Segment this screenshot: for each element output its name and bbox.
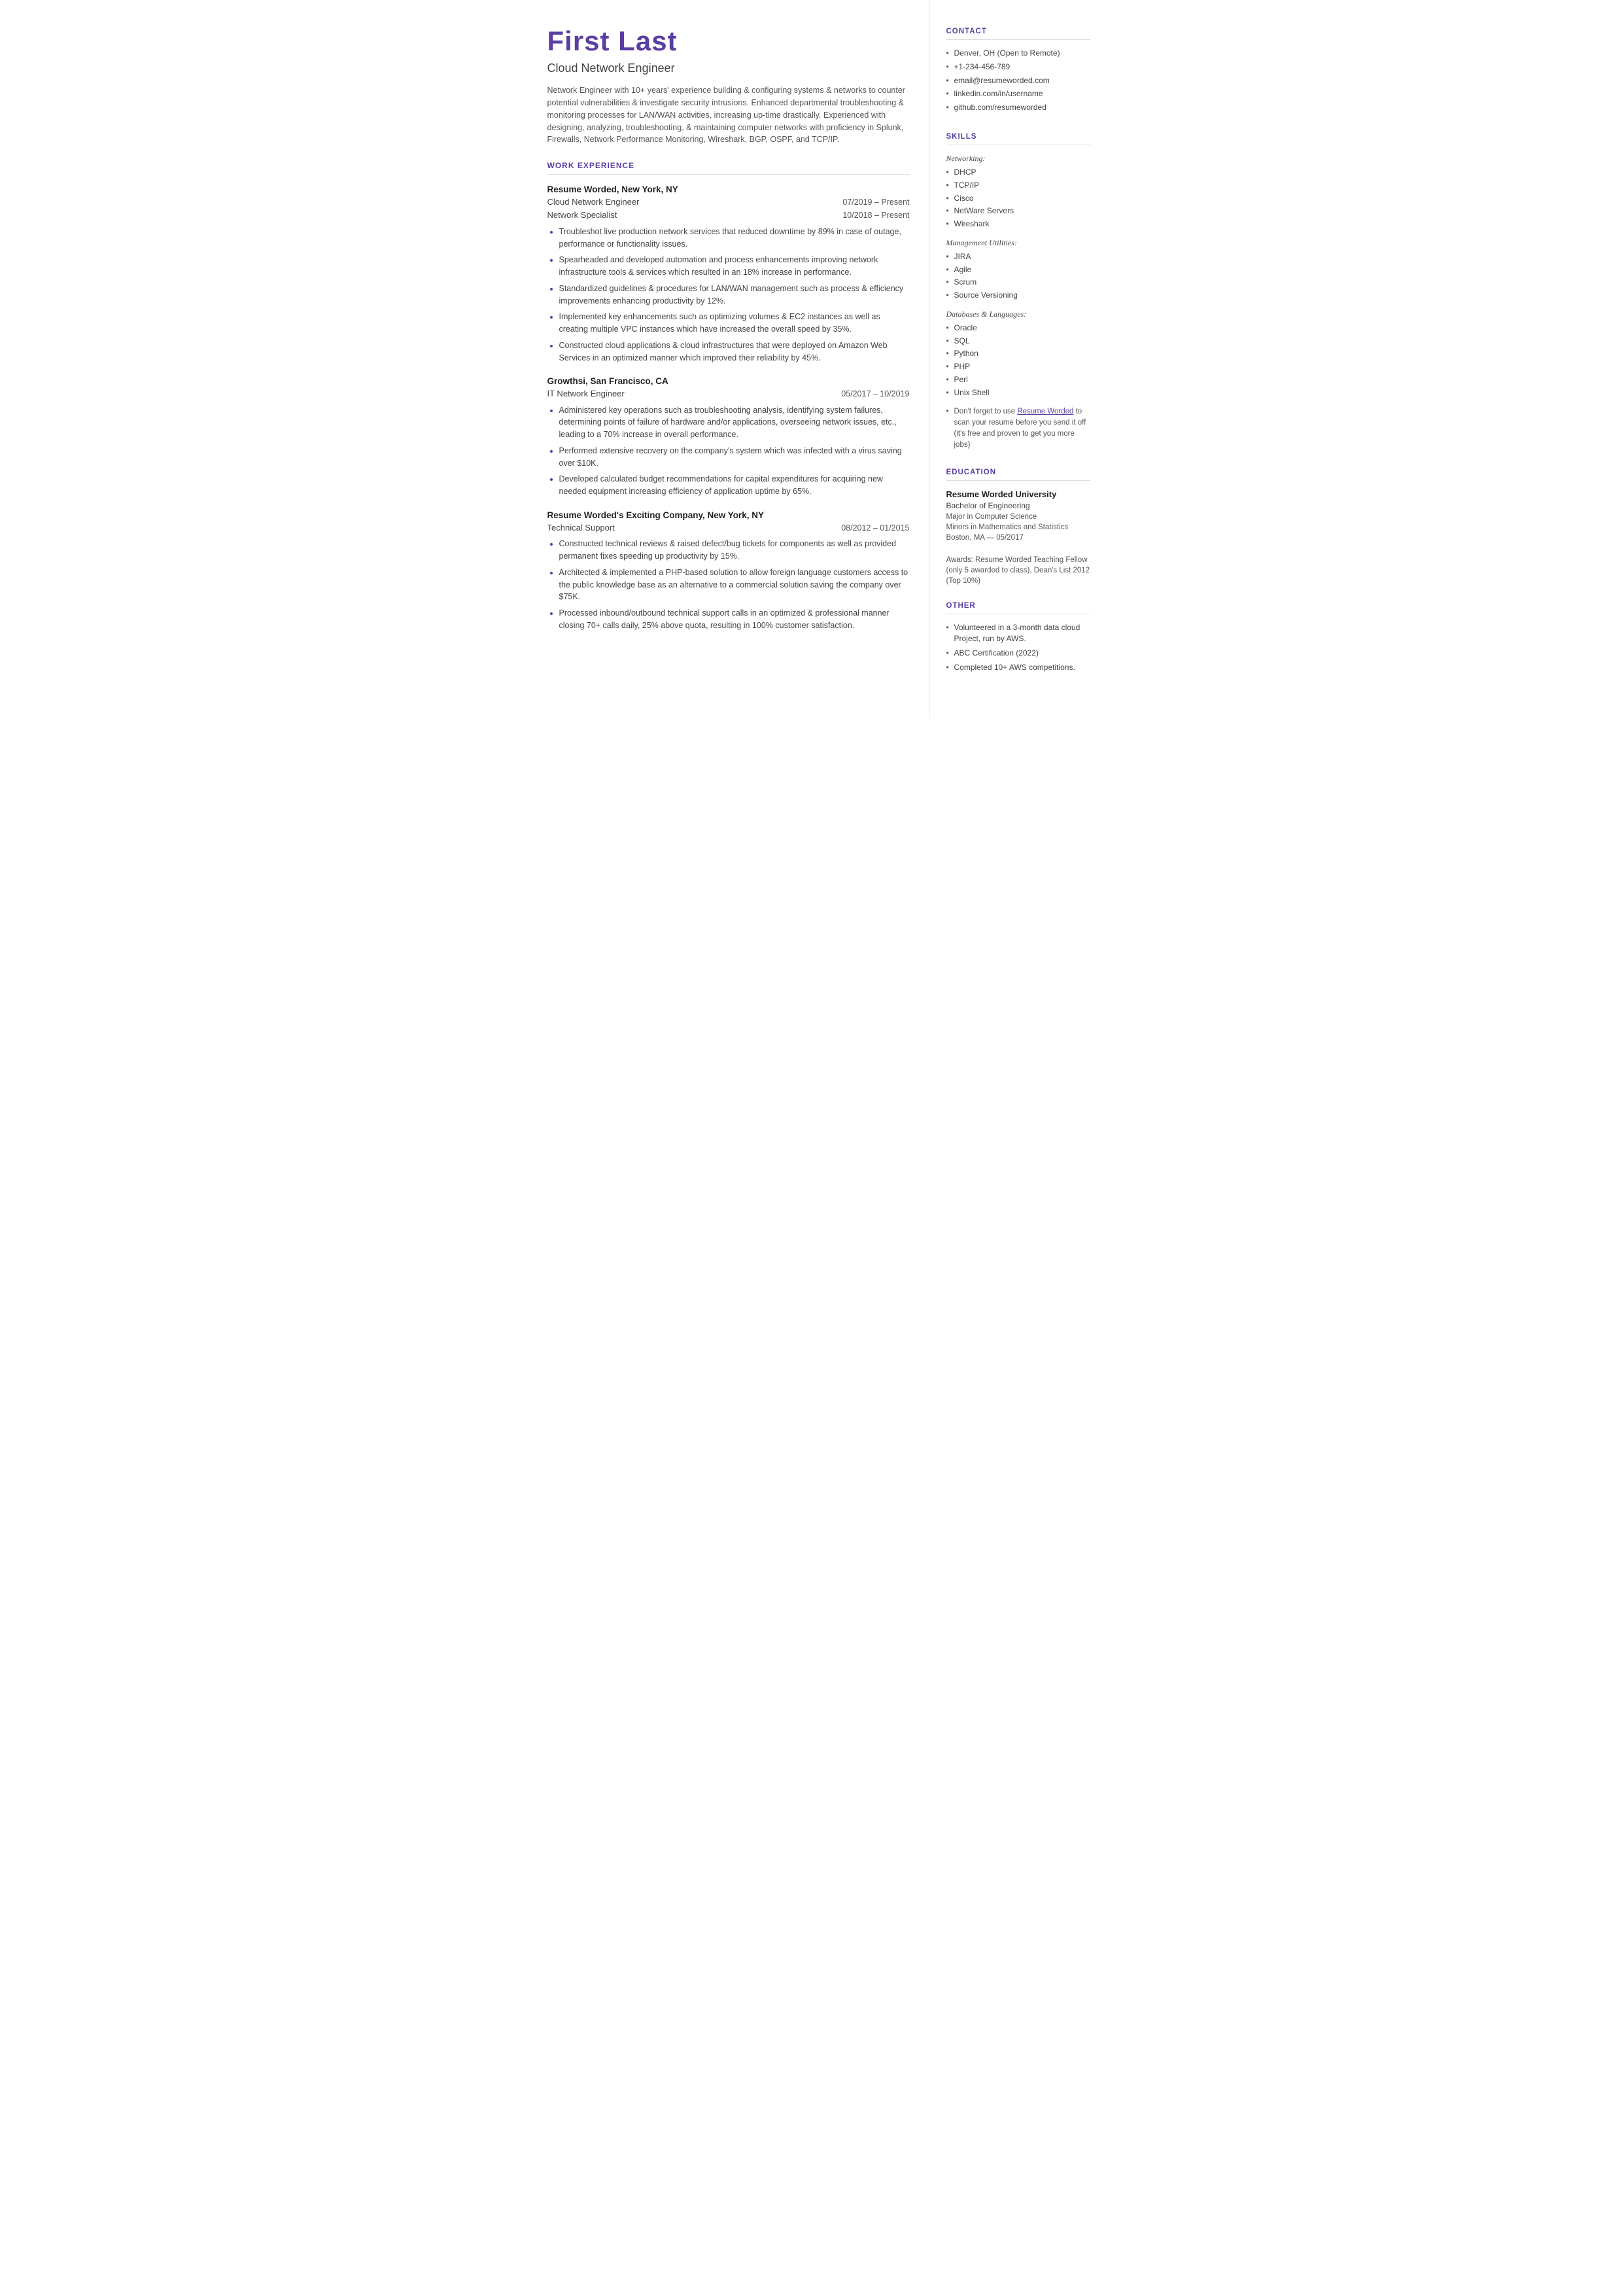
bullet-1-2: Spearheaded and developed automation and… bbox=[559, 254, 910, 279]
job-block-2: Growthsi, San Francisco, CA IT Network E… bbox=[547, 376, 910, 498]
skill-oracle: Oracle bbox=[946, 323, 1090, 334]
bullet-1-5: Constructed cloud applications & cloud i… bbox=[559, 340, 910, 364]
edu-degree: Bachelor of Engineering bbox=[946, 500, 1090, 512]
skill-netware: NetWare Servers bbox=[946, 205, 1090, 217]
candidate-summary: Network Engineer with 10+ years' experie… bbox=[547, 84, 910, 146]
job-bullets-1: Troubleshot live production network serv… bbox=[559, 226, 910, 364]
skill-source-versioning: Source Versioning bbox=[946, 290, 1090, 301]
job-title-3a: Technical Support bbox=[547, 522, 615, 534]
skill-php: PHP bbox=[946, 361, 1090, 372]
candidate-title: Cloud Network Engineer bbox=[547, 60, 910, 77]
education-heading: EDUCATION bbox=[946, 467, 1090, 481]
other-item-2: ABC Certification (2022) bbox=[946, 648, 1090, 659]
scan-note: Don't forget to use Resume Worded to sca… bbox=[946, 406, 1090, 451]
bullet-1-1: Troubleshot live production network serv… bbox=[559, 226, 910, 251]
contact-email: email@resumeworded.com bbox=[946, 75, 1090, 86]
employer-3: Resume Worded's Exciting Company, New Yo… bbox=[547, 510, 910, 522]
job-bullets-3: Constructed technical reviews & raised d… bbox=[559, 538, 910, 631]
edu-school: Resume Worded University bbox=[946, 489, 1090, 500]
bullet-2-3: Developed calculated budget recommendati… bbox=[559, 473, 910, 498]
resume-worded-link[interactable]: Resume Worded bbox=[1017, 408, 1073, 415]
contact-phone: +1-234-456-789 bbox=[946, 61, 1090, 73]
job-dates-3a: 08/2012 – 01/2015 bbox=[841, 523, 909, 534]
skill-agile: Agile bbox=[946, 264, 1090, 275]
bullet-1-4: Implemented key enhancements such as opt… bbox=[559, 311, 910, 336]
employer-2: Growthsi, San Francisco, CA bbox=[547, 376, 910, 388]
skill-dhcp: DHCP bbox=[946, 167, 1090, 178]
skills-networking-list: DHCP TCP/IP Cisco NetWare Servers Wiresh… bbox=[946, 167, 1090, 230]
bullet-3-3: Processed inbound/outbound technical sup… bbox=[559, 607, 910, 632]
education-block: Resume Worded University Bachelor of Eng… bbox=[946, 489, 1090, 587]
edu-awards: Awards: Resume Worded Teaching Fellow (o… bbox=[946, 555, 1090, 586]
bullet-2-2: Performed extensive recovery on the comp… bbox=[559, 445, 910, 470]
skills-category-databases: Databases & Languages: bbox=[946, 309, 1090, 320]
bullet-2-1: Administered key operations such as trou… bbox=[559, 404, 910, 441]
contact-location: Denver, OH (Open to Remote) bbox=[946, 48, 1090, 59]
skills-category-management: Management Utilities: bbox=[946, 237, 1090, 249]
employer-1: Resume Worded, New York, NY bbox=[547, 184, 910, 196]
skill-python: Python bbox=[946, 348, 1090, 359]
skills-heading: SKILLS bbox=[946, 131, 1090, 145]
job-title-1b: Network Specialist bbox=[547, 209, 617, 221]
other-item-3: Completed 10+ AWS competitions. bbox=[946, 662, 1090, 673]
job-title-2a: IT Network Engineer bbox=[547, 388, 625, 400]
skill-scrum: Scrum bbox=[946, 277, 1090, 288]
contact-heading: CONTACT bbox=[946, 26, 1090, 40]
job-title-1a: Cloud Network Engineer bbox=[547, 196, 640, 208]
job-block-1: Resume Worded, New York, NY Cloud Networ… bbox=[547, 184, 910, 364]
skills-management-list: JIRA Agile Scrum Source Versioning bbox=[946, 251, 1090, 301]
skill-cisco: Cisco bbox=[946, 193, 1090, 204]
skill-sql: SQL bbox=[946, 336, 1090, 347]
skills-section: Networking: DHCP TCP/IP Cisco NetWare Se… bbox=[946, 153, 1090, 451]
job-dates-1a: 07/2019 – Present bbox=[842, 197, 909, 209]
bullet-1-3: Standardized guidelines & procedures for… bbox=[559, 283, 910, 307]
job-bullets-2: Administered key operations such as trou… bbox=[559, 404, 910, 498]
bullet-3-1: Constructed technical reviews & raised d… bbox=[559, 538, 910, 563]
other-item-1: Volunteered in a 3-month data cloud Proj… bbox=[946, 622, 1090, 644]
contact-linkedin: linkedin.com/in/username bbox=[946, 88, 1090, 99]
skill-jira: JIRA bbox=[946, 251, 1090, 262]
other-list: Volunteered in a 3-month data cloud Proj… bbox=[946, 622, 1090, 673]
skills-category-networking: Networking: bbox=[946, 153, 1090, 164]
candidate-name: First Last bbox=[547, 26, 910, 56]
edu-minors: Minors in Mathematics and Statistics bbox=[946, 522, 1090, 533]
job-block-3: Resume Worded's Exciting Company, New Yo… bbox=[547, 510, 910, 632]
contact-github: github.com/resumeworded bbox=[946, 102, 1090, 113]
skills-databases-list: Oracle SQL Python PHP Perl Unix Shell bbox=[946, 323, 1090, 398]
other-heading: OTHER bbox=[946, 601, 1090, 614]
skill-perl: Perl bbox=[946, 374, 1090, 385]
bullet-3-2: Architected & implemented a PHP-based so… bbox=[559, 567, 910, 603]
job-dates-1b: 10/2018 – Present bbox=[842, 210, 909, 222]
job-dates-2a: 05/2017 – 10/2019 bbox=[841, 389, 909, 400]
edu-location-date: Boston, MA — 05/2017 bbox=[946, 533, 1090, 543]
contact-list: Denver, OH (Open to Remote) +1-234-456-7… bbox=[946, 48, 1090, 113]
edu-major: Major in Computer Science bbox=[946, 512, 1090, 522]
skill-unix-shell: Unix Shell bbox=[946, 387, 1090, 398]
skill-tcpip: TCP/IP bbox=[946, 180, 1090, 191]
work-experience-heading: WORK EXPERIENCE bbox=[547, 160, 910, 175]
skill-wireshark: Wireshark bbox=[946, 219, 1090, 230]
